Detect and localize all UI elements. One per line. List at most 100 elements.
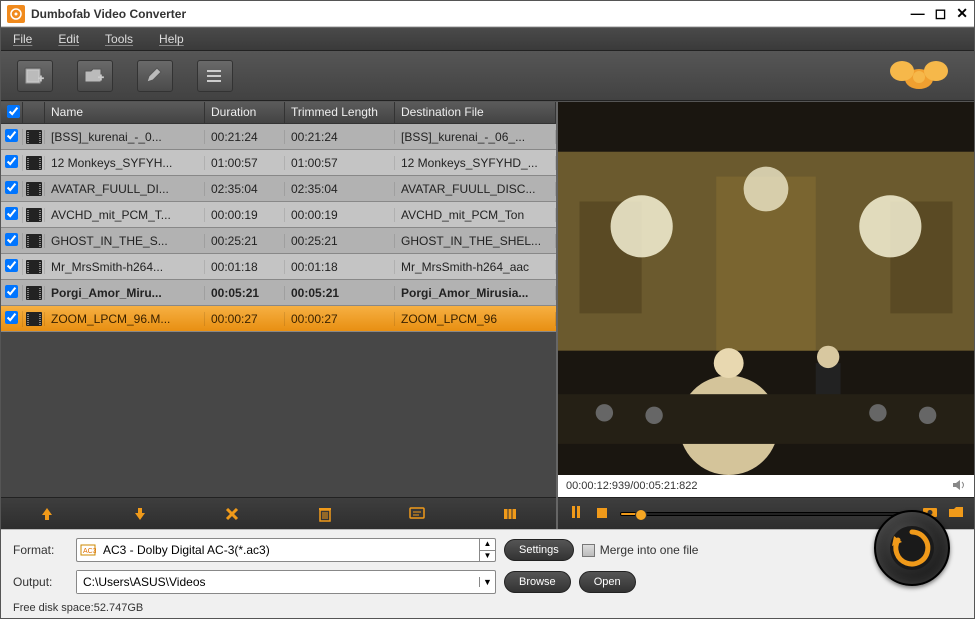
film-icon — [23, 208, 45, 222]
row-trim: 00:25:21 — [285, 234, 395, 248]
row-duration: 00:05:21 — [205, 286, 285, 300]
row-checkbox[interactable] — [1, 311, 23, 327]
row-checkbox[interactable] — [1, 155, 23, 171]
file-row[interactable]: AVCHD_mit_PCM_T...00:00:1900:00:19AVCHD_… — [1, 202, 556, 228]
merge-label: Merge into one file — [600, 543, 699, 557]
row-name: [BSS]_kurenai_-_0... — [45, 130, 205, 144]
row-duration: 01:00:57 — [205, 156, 285, 170]
file-row[interactable]: [BSS]_kurenai_-_0...00:21:2400:21:24[BSS… — [1, 124, 556, 150]
preview-pane: 00:00:12:939/00:05:21:822 — [556, 102, 974, 529]
file-row[interactable]: ZOOM_LPCM_96.M...00:00:2700:00:27ZOOM_LP… — [1, 306, 556, 332]
format-spinner[interactable]: ▲▼ — [479, 539, 495, 561]
row-checkbox[interactable] — [1, 207, 23, 223]
row-dest: AVATAR_FUULL_DISC... — [395, 182, 556, 196]
film-icon — [23, 234, 45, 248]
browse-button[interactable]: Browse — [504, 571, 571, 593]
add-file-button[interactable]: + — [17, 60, 53, 92]
settings-button[interactable]: Settings — [504, 539, 574, 561]
menu-edit[interactable]: Edit — [58, 32, 79, 46]
dumbo-logo-icon — [884, 57, 954, 95]
row-duration: 00:01:18 — [205, 260, 285, 274]
film-icon — [23, 260, 45, 274]
file-row[interactable]: Mr_MrsSmith-h264...00:01:1800:01:18Mr_Mr… — [1, 254, 556, 280]
row-dest: GHOST_IN_THE_SHEL... — [395, 234, 556, 248]
row-dest: AVCHD_mit_PCM_Ton — [395, 208, 556, 222]
output-combo[interactable]: ▼ — [76, 570, 496, 594]
volume-icon[interactable] — [952, 479, 966, 494]
row-name: AVATAR_FUULL_DI... — [45, 182, 205, 196]
file-list-header: Name Duration Trimmed Length Destination… — [1, 102, 556, 124]
free-disk-label: Free disk space:52.747GB — [13, 602, 962, 614]
row-trim: 01:00:57 — [285, 156, 395, 170]
preview-image — [558, 102, 974, 475]
window-title: Dumbofab Video Converter — [31, 7, 911, 21]
header-checkbox[interactable] — [1, 102, 23, 123]
row-trim: 00:21:24 — [285, 130, 395, 144]
file-row[interactable]: GHOST_IN_THE_S...00:25:2100:25:21GHOST_I… — [1, 228, 556, 254]
row-checkbox[interactable] — [1, 285, 23, 301]
row-trim: 00:00:27 — [285, 312, 395, 326]
row-duration: 02:35:04 — [205, 182, 285, 196]
film-icon — [23, 156, 45, 170]
open-button[interactable]: Open — [579, 571, 636, 593]
menu-help[interactable]: Help — [159, 32, 184, 46]
row-duration: 00:25:21 — [205, 234, 285, 248]
minimize-button[interactable]: — — [911, 5, 925, 22]
seek-slider[interactable] — [620, 512, 912, 516]
row-dest: [BSS]_kurenai_-_06_... — [395, 130, 556, 144]
output-input[interactable] — [77, 571, 479, 593]
add-folder-button[interactable]: + — [77, 60, 113, 92]
svg-text:+: + — [38, 74, 44, 85]
menu-tools[interactable]: Tools — [105, 32, 133, 46]
film-icon — [23, 130, 45, 144]
row-name: AVCHD_mit_PCM_T... — [45, 208, 205, 222]
maximize-button[interactable]: ◻ — [935, 5, 947, 22]
file-row[interactable]: Porgi_Amor_Miru...00:05:2100:05:21Porgi_… — [1, 280, 556, 306]
header-dest[interactable]: Destination File — [395, 102, 556, 123]
row-checkbox[interactable] — [1, 181, 23, 197]
clear-button[interactable] — [311, 503, 339, 525]
preview-time: 00:00:12:939/00:05:21:822 — [566, 480, 698, 492]
format-input[interactable] — [99, 539, 479, 561]
file-row[interactable]: AVATAR_FUULL_DI...02:35:0402:35:04AVATAR… — [1, 176, 556, 202]
snapshot-folder-button[interactable] — [948, 506, 964, 521]
row-name: Mr_MrsSmith-h264... — [45, 260, 205, 274]
row-checkbox[interactable] — [1, 259, 23, 275]
crop-button[interactable] — [496, 503, 524, 525]
film-icon — [23, 182, 45, 196]
header-duration[interactable]: Duration — [205, 102, 285, 123]
menu-bar: File Edit Tools Help — [1, 27, 974, 51]
format-combo[interactable]: AC3 ▲▼ — [76, 538, 496, 562]
header-trim[interactable]: Trimmed Length — [285, 102, 395, 123]
title-bar: Dumbofab Video Converter — ◻ ✕ — [1, 1, 974, 27]
subtitle-button[interactable] — [403, 503, 431, 525]
stop-button[interactable] — [594, 507, 610, 521]
file-row[interactable]: 12 Monkeys_SYFYH...01:00:5701:00:5712 Mo… — [1, 150, 556, 176]
output-dropdown-icon[interactable]: ▼ — [479, 577, 495, 587]
remove-button[interactable] — [218, 503, 246, 525]
svg-text:+: + — [98, 73, 104, 84]
format-codec-icon: AC3 — [77, 543, 99, 557]
menu-file[interactable]: File — [13, 32, 32, 46]
list-button[interactable] — [197, 60, 233, 92]
edit-button[interactable] — [137, 60, 173, 92]
film-icon — [23, 312, 45, 326]
row-checkbox[interactable] — [1, 129, 23, 145]
row-name: GHOST_IN_THE_S... — [45, 234, 205, 248]
file-rows: [BSS]_kurenai_-_0...00:21:2400:21:24[BSS… — [1, 124, 556, 497]
pause-button[interactable] — [568, 506, 584, 521]
format-label: Format: — [13, 543, 68, 557]
move-up-button[interactable] — [33, 503, 61, 525]
header-name[interactable]: Name — [45, 102, 205, 123]
toolbar: + + — [1, 51, 974, 101]
app-logo-icon — [7, 5, 25, 23]
row-checkbox[interactable] — [1, 233, 23, 249]
row-trim: 00:05:21 — [285, 286, 395, 300]
row-dest: Mr_MrsSmith-h264_aac — [395, 260, 556, 274]
preview-time-row: 00:00:12:939/00:05:21:822 — [558, 475, 974, 497]
row-dest: Porgi_Amor_Mirusia... — [395, 286, 556, 300]
convert-button[interactable] — [874, 510, 950, 586]
merge-checkbox[interactable]: Merge into one file — [582, 543, 699, 557]
close-button[interactable]: ✕ — [956, 5, 968, 22]
move-down-button[interactable] — [126, 503, 154, 525]
